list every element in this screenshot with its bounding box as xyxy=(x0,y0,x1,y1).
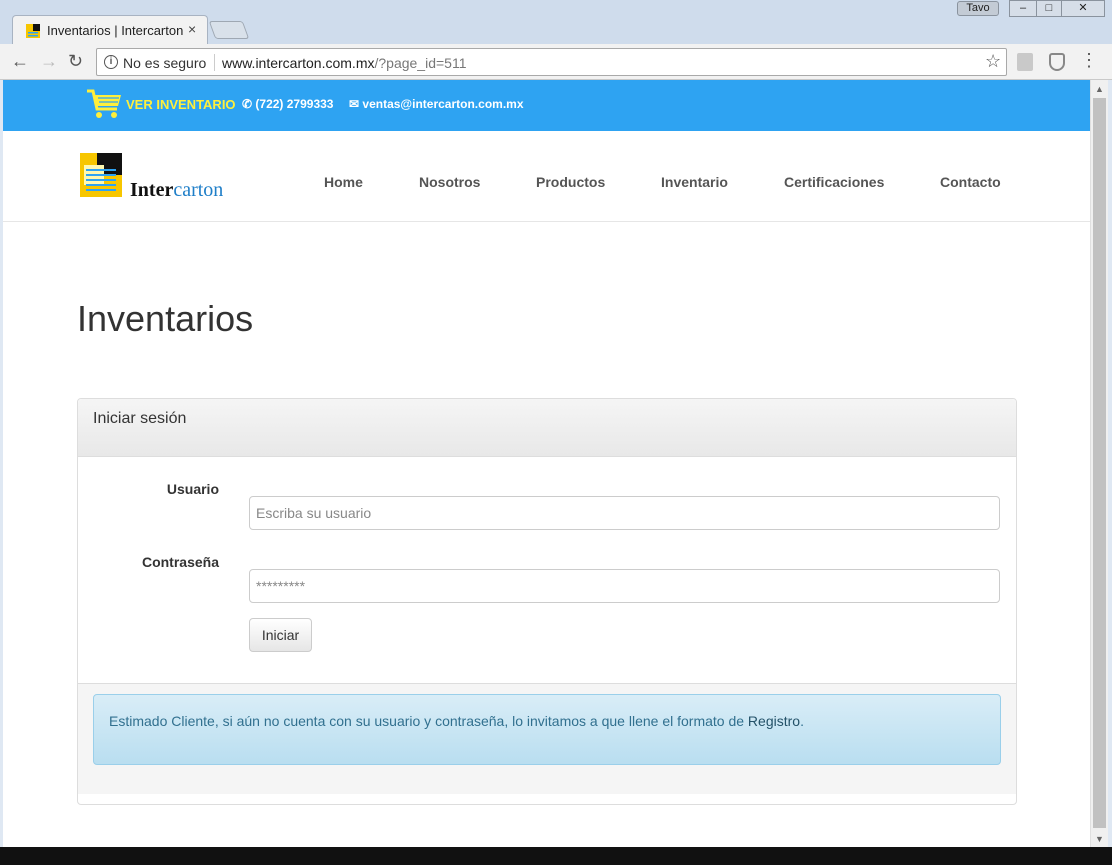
ver-inventario-link[interactable]: VER INVENTARIO xyxy=(126,97,236,112)
page-viewport: VER INVENTARIO ✆ (722) 2799333 ✉ ventas@… xyxy=(3,80,1090,847)
profile-button[interactable]: Tavo xyxy=(957,1,999,16)
window-titlebar: Inventarios | Intercarton × Tavo – □ ✕ xyxy=(0,0,1112,45)
login-submit-button[interactable]: Iniciar xyxy=(249,618,312,652)
intercarton-logo[interactable] xyxy=(80,153,126,197)
password-label: Contraseña xyxy=(141,554,219,570)
shopping-cart-icon[interactable] xyxy=(85,88,123,120)
nav-inventario[interactable]: Inventario xyxy=(661,174,728,190)
notice-end: . xyxy=(800,713,804,729)
reload-icon[interactable]: ↻ xyxy=(68,51,83,72)
browser-tab[interactable]: Inventarios | Intercarton × xyxy=(12,15,208,45)
phone-number[interactable]: ✆ (722) 2799333 xyxy=(242,97,333,111)
site-header: Intercarton Home Nosotros Productos Inve… xyxy=(3,131,1090,222)
registro-link[interactable]: Registro xyxy=(748,713,800,729)
login-panel-heading: Iniciar sesión xyxy=(78,399,1016,457)
info-icon[interactable]: i xyxy=(104,55,118,69)
username-input[interactable] xyxy=(249,496,1000,530)
scrollbar-thumb[interactable] xyxy=(1093,98,1106,828)
kebab-menu-icon[interactable]: ⋮ xyxy=(1080,50,1098,71)
back-arrow-icon[interactable]: ← xyxy=(11,51,29,72)
contact-topbar: VER INVENTARIO ✆ (722) 2799333 ✉ ventas@… xyxy=(3,80,1090,131)
forward-arrow-icon[interactable]: → xyxy=(40,51,58,72)
login-heading: Iniciar sesión xyxy=(93,410,187,427)
address-bar[interactable]: i No es seguro www.intercarton.com.mx/?p… xyxy=(96,48,1007,76)
scroll-up-arrow-icon[interactable]: ▲ xyxy=(1095,84,1104,94)
login-panel-footer: Estimado Cliente, si aún no cuenta con s… xyxy=(78,683,1016,794)
nav-productos[interactable]: Productos xyxy=(536,174,605,190)
nav-home[interactable]: Home xyxy=(324,174,363,190)
nav-nosotros[interactable]: Nosotros xyxy=(419,174,480,190)
close-window-button[interactable]: ✕ xyxy=(1061,0,1105,17)
nav-certificaciones[interactable]: Certificaciones xyxy=(784,174,884,190)
page-bottom-bar xyxy=(0,847,1112,865)
envelope-icon: ✉ xyxy=(349,97,360,111)
nav-contacto[interactable]: Contacto xyxy=(940,174,1001,190)
login-panel: Iniciar sesión Usuario Contraseña Inicia… xyxy=(77,398,1017,805)
security-status: No es seguro xyxy=(123,55,207,71)
shield-extension-icon[interactable] xyxy=(1049,53,1065,71)
username-label: Usuario xyxy=(166,481,219,497)
new-tab-button[interactable] xyxy=(208,21,250,39)
email-link[interactable]: ✉ ventas@intercarton.com.mx xyxy=(349,97,524,111)
phone-icon: ✆ xyxy=(242,97,253,111)
tab-close-icon[interactable]: × xyxy=(188,21,196,37)
url-text[interactable]: www.intercarton.com.mx/?page_id=511 xyxy=(222,55,466,71)
omnibox-divider xyxy=(214,54,215,71)
browser-toolbar: ← → ↻ i No es seguro www.intercarton.com… xyxy=(0,44,1112,80)
password-input[interactable] xyxy=(249,569,1000,603)
scroll-down-arrow-icon[interactable]: ▼ xyxy=(1095,834,1104,844)
notice-text: Estimado Cliente, si aún no cuenta con s… xyxy=(109,713,748,729)
page-scrollbar[interactable]: ▲ ▼ xyxy=(1090,80,1108,847)
intercarton-favicon-icon xyxy=(26,24,40,38)
minimize-button[interactable]: – xyxy=(1009,0,1037,17)
logo-wordmark[interactable]: Intercarton xyxy=(130,179,223,202)
page-title: Inventarios xyxy=(77,298,254,339)
tab-title: Inventarios | Intercarton xyxy=(47,23,184,38)
bookmark-star-icon[interactable]: ☆ xyxy=(985,51,1001,72)
registration-notice: Estimado Cliente, si aún no cuenta con s… xyxy=(93,694,1001,765)
pdf-extension-icon[interactable] xyxy=(1017,53,1033,71)
maximize-button[interactable]: □ xyxy=(1036,0,1062,17)
